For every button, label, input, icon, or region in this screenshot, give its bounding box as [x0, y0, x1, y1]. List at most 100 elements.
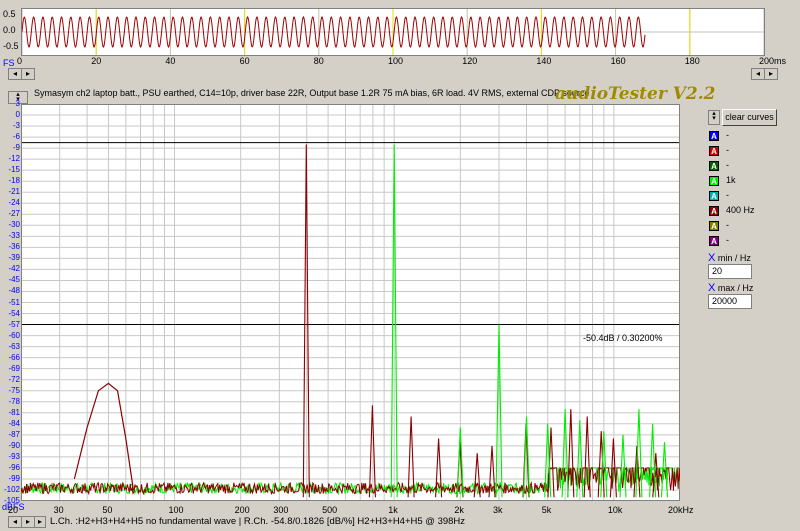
- db-tick-label: -102: [3, 484, 20, 494]
- scope-x-tick-label: 180: [684, 56, 700, 66]
- scope-x-tick-label: 60: [239, 56, 250, 66]
- db-tick-label: -36: [8, 242, 20, 252]
- legend-color-swatch[interactable]: A: [709, 236, 719, 246]
- db-tick-label: -21: [8, 187, 20, 197]
- legend-color-swatch[interactable]: A: [709, 146, 719, 156]
- legend-label: -: [726, 220, 729, 230]
- legend-color-swatch[interactable]: A: [709, 206, 719, 216]
- db-tick-label: -75: [8, 385, 20, 395]
- freq-axis: 20 30 50 100 200 300 500 1k 2k 3k 5k 10k 20kHz: [0, 504, 700, 516]
- freq-tick-label: 1k: [388, 505, 398, 515]
- db-tick-label: -48: [8, 286, 20, 296]
- db-tick-label: -18: [8, 176, 20, 186]
- xmax-label: X max / Hz: [708, 282, 754, 294]
- db-axis: 3 0 -3 -6 -9 -12 -15 -18 -21 -24 -27 -30 -33 -36 -39 -4…: [0, 99, 20, 505]
- db-tick-label: -96: [8, 462, 20, 472]
- db-tick-label: 0: [15, 110, 20, 120]
- scope-x-tick-label: 0: [17, 56, 23, 66]
- freq-tick-label: 20kHz: [668, 505, 694, 515]
- scope-ylabel-bottom: -0.5: [3, 41, 19, 51]
- legend-label: 1k: [726, 175, 736, 185]
- scope-x-tick-label: 160: [610, 56, 626, 66]
- scope-scroll-left-button-right[interactable]: ◂: [751, 68, 765, 80]
- db-tick-label: -42: [8, 264, 20, 274]
- db-tick-label: -99: [8, 473, 20, 483]
- db-tick-label: -72: [8, 374, 20, 384]
- scope-x-tick-label: 100: [388, 56, 404, 66]
- scope-ylabel-top: 0.5: [3, 9, 16, 19]
- freq-tick-label: 100: [168, 505, 184, 515]
- legend-label: -: [726, 145, 729, 155]
- curve-legend: A - A - A - A 1k A - A 400 Hz A - A -: [709, 130, 799, 250]
- measurement-subtitle: Symasym ch2 laptop batt., PSU earthed, C…: [34, 88, 590, 98]
- scope-x-tick-label: 80: [313, 56, 324, 66]
- legend-color-swatch[interactable]: A: [709, 176, 719, 186]
- db-tick-label: -30: [8, 220, 20, 230]
- db-tick-label: -6: [12, 132, 20, 142]
- clear-curves-button[interactable]: clear curves: [722, 109, 777, 126]
- db-tick-label: -60: [8, 330, 20, 340]
- scope-scroll-right-button-right[interactable]: ▸: [764, 68, 778, 80]
- db-tick-label: -15: [8, 165, 20, 175]
- xmax-input[interactable]: 20000: [708, 294, 752, 309]
- db-tick-label: -9: [12, 143, 20, 153]
- legend-color-swatch[interactable]: A: [709, 221, 719, 231]
- freq-tick-label: 20: [8, 505, 19, 515]
- xmin-label: X min / Hz: [708, 252, 751, 264]
- legend-label: -: [726, 190, 729, 200]
- curve-spin-button[interactable]: ▴ ▾: [708, 110, 720, 125]
- freq-tick-label: 500: [322, 505, 338, 515]
- scope-x-tick-label: 120: [462, 56, 478, 66]
- db-tick-label: -81: [8, 407, 20, 417]
- scope-ylabel-mid: 0.0: [3, 25, 16, 35]
- legend-label: -: [726, 160, 729, 170]
- status-scroll-right-button[interactable]: ▸: [21, 516, 35, 528]
- oscilloscope-view: [21, 8, 765, 56]
- db-tick-label: -93: [8, 451, 20, 461]
- freq-tick-label: 30: [53, 505, 64, 515]
- db-tick-label: 3: [15, 99, 20, 108]
- scope-x-tick-label: 40: [165, 56, 176, 66]
- freq-tick-label: 10k: [607, 505, 623, 515]
- freq-tick-label: 200: [234, 505, 250, 515]
- scope-waveform: [21, 9, 765, 55]
- status-scroll-left-button[interactable]: ◂: [8, 516, 22, 528]
- scope-scroll-left-button[interactable]: ◂: [8, 68, 22, 80]
- status-extra-button[interactable]: ▸: [34, 516, 46, 528]
- db-tick-label: -45: [8, 275, 20, 285]
- db-tick-label: -3: [12, 121, 20, 131]
- db-tick-label: -63: [8, 341, 20, 351]
- status-text: L.Ch. :H2+H3+H4+H5 no fundamental wave |…: [50, 516, 466, 527]
- db-tick-label: -24: [8, 198, 20, 208]
- xmin-input[interactable]: 20: [708, 264, 752, 279]
- scope-x-axis: 0 20 40 60 80 100 120 140 160 180 200ms: [17, 56, 786, 68]
- db-tick-label: -84: [8, 418, 20, 428]
- spectrum-chart: [20, 103, 681, 502]
- db-tick-label: -12: [8, 154, 20, 164]
- db-tick-label: -54: [8, 308, 20, 318]
- legend-label: -: [726, 235, 729, 245]
- legend-color-swatch[interactable]: A: [709, 191, 719, 201]
- scope-scroll-right-button[interactable]: ▸: [21, 68, 35, 80]
- freq-tick-label: 5k: [541, 505, 552, 515]
- db-tick-label: -87: [8, 429, 20, 439]
- freq-tick-label: 3k: [493, 505, 503, 515]
- db-tick-label: -90: [8, 440, 20, 450]
- db-tick-label: -51: [8, 297, 20, 307]
- freq-tick-label: 300: [273, 505, 289, 515]
- db-tick-label: -57: [8, 319, 20, 329]
- scope-x-tick-label: 140: [536, 56, 552, 66]
- db-tick-label: -78: [8, 396, 20, 406]
- db-tick-label: -39: [8, 253, 20, 263]
- db-tick-label: -69: [8, 363, 20, 373]
- db-tick-label: -33: [8, 231, 20, 241]
- legend-color-swatch[interactable]: A: [709, 131, 719, 141]
- db-tick-label: -27: [8, 209, 20, 219]
- app-brand: audioTester V2.2: [555, 84, 716, 104]
- scope-x-tick-label: 20: [91, 56, 102, 66]
- legend-color-swatch[interactable]: A: [709, 161, 719, 171]
- red-curve-hum-bump: [73, 382, 134, 491]
- legend-label: -: [726, 130, 729, 140]
- db-tick-label: -66: [8, 352, 20, 362]
- red-harmonic-peak: [368, 405, 376, 498]
